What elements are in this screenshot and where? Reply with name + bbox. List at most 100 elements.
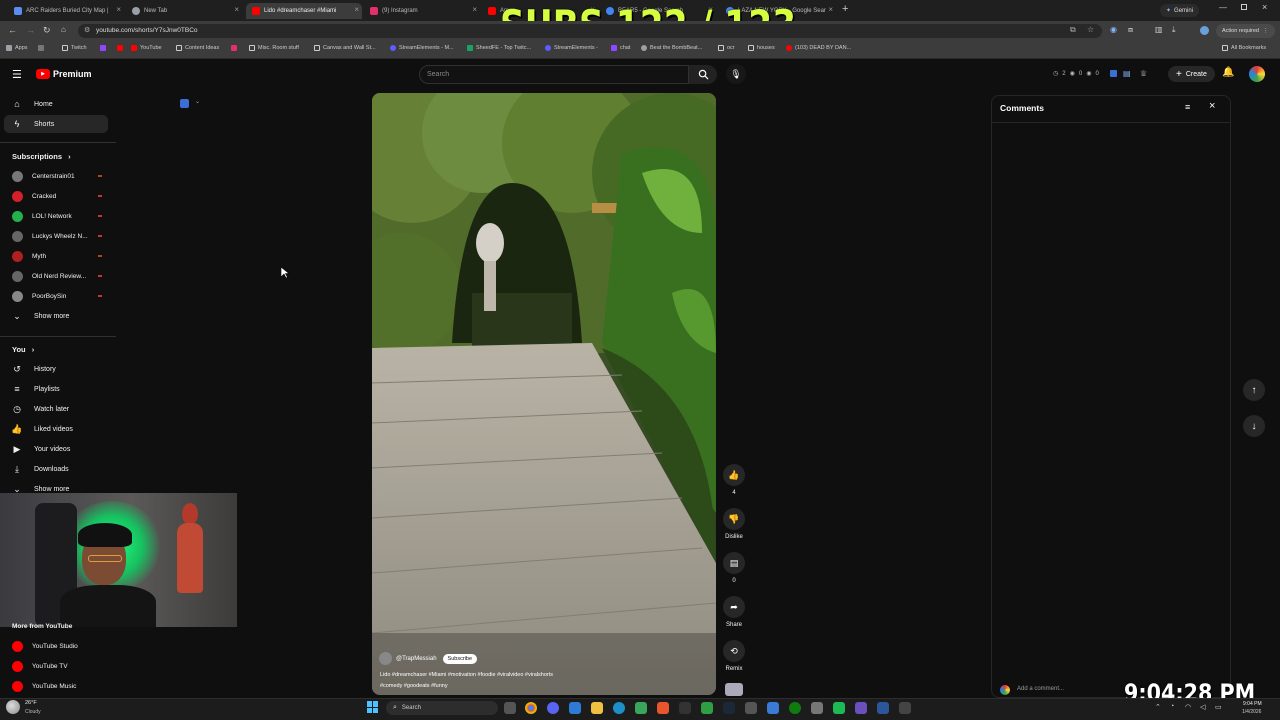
- browser-tab[interactable]: New Tab ×: [126, 3, 242, 19]
- subscription-item[interactable]: Luckys Wheelz N...: [4, 227, 108, 245]
- browser-tab[interactable]: (9) Instagram ×: [364, 3, 480, 19]
- all-bookmarks[interactable]: All Bookmarks: [1222, 45, 1266, 51]
- sidebar-item-home[interactable]: ⌂ Home: [4, 95, 108, 113]
- taskbar-time[interactable]: 9:04 PM: [1243, 701, 1262, 707]
- site-info-icon[interactable]: ⚙: [84, 26, 90, 34]
- search-button[interactable]: [689, 65, 717, 84]
- tray-icon[interactable]: ◔: [1170, 703, 1174, 710]
- bookmark-item[interactable]: StreamElements -: [545, 45, 598, 51]
- bookmark-star-icon[interactable]: ☆: [1087, 25, 1094, 34]
- window-close-icon[interactable]: ×: [1262, 2, 1267, 12]
- bookmark-apps[interactable]: Apps: [6, 45, 28, 51]
- channel-avatar[interactable]: [379, 652, 392, 665]
- sidebar-item-liked-videos[interactable]: 👍 Liked videos: [4, 420, 108, 438]
- bookmark-item[interactable]: houses: [748, 45, 775, 51]
- trophy-icon[interactable]: ♕: [1140, 69, 1147, 78]
- sidebar-item-youtube-music[interactable]: YouTube Music: [4, 677, 108, 695]
- gemini-button[interactable]: ✦ Gemini: [1160, 4, 1200, 17]
- close-icon[interactable]: ×: [828, 5, 833, 14]
- install-icon[interactable]: ⧉: [1070, 25, 1076, 35]
- close-icon[interactable]: ×: [472, 5, 477, 14]
- forward-icon[interactable]: →: [26, 25, 35, 35]
- sidebar-item-your-videos[interactable]: ▶ Your videos: [4, 440, 108, 458]
- profile-avatar[interactable]: [1200, 26, 1209, 35]
- back-icon[interactable]: ←: [8, 25, 17, 35]
- bookmark-item[interactable]: Twitch: [62, 45, 87, 51]
- bookmark-item[interactable]: chat: [611, 45, 630, 51]
- reload-icon[interactable]: ↻: [43, 25, 51, 36]
- sidebar-item-youtube-studio[interactable]: YouTube Studio: [4, 637, 108, 655]
- mic-icon[interactable]: 🎙: [726, 64, 746, 84]
- bookmark-item[interactable]: StreamElements - M...: [390, 45, 454, 51]
- app-icon[interactable]: [635, 702, 647, 714]
- stats-icon[interactable]: ▤: [1123, 69, 1131, 78]
- close-icon[interactable]: ×: [354, 5, 359, 14]
- bookmark-item[interactable]: [231, 45, 240, 51]
- bookmark-item[interactable]: (103) DEAD BY DAN...: [786, 45, 851, 51]
- download-icon[interactable]: ⤓: [1172, 25, 1176, 35]
- subscription-item[interactable]: Myth: [4, 247, 108, 265]
- subscription-item[interactable]: PoorBoySin: [4, 287, 108, 305]
- short-caption-line[interactable]: #comedy #goodeats #funny: [380, 683, 448, 689]
- new-tab-button[interactable]: +: [842, 3, 848, 15]
- bookmark-item[interactable]: Misc. Room stuff: [249, 45, 299, 51]
- app-icon[interactable]: [855, 702, 867, 714]
- file-explorer-icon[interactable]: [591, 702, 603, 714]
- extension-badge-icon[interactable]: [180, 99, 189, 108]
- sidepanel-icon[interactable]: ▥: [1155, 25, 1163, 34]
- comments-button[interactable]: ▤: [723, 552, 745, 574]
- edge-icon[interactable]: [613, 702, 625, 714]
- bookmark-item[interactable]: [38, 45, 47, 51]
- bookmark-item[interactable]: Content Ideas: [176, 45, 219, 51]
- close-icon[interactable]: ×: [234, 5, 239, 14]
- account-avatar[interactable]: [1249, 66, 1265, 82]
- app-icon[interactable]: [899, 702, 911, 714]
- sidebar-item-history[interactable]: ↺ History: [4, 360, 108, 378]
- next-short-button[interactable]: ↓: [1243, 415, 1265, 437]
- close-icon[interactable]: ×: [116, 5, 121, 14]
- chrome-icon[interactable]: [525, 702, 537, 714]
- extension-badge-icon[interactable]: [1110, 70, 1117, 77]
- discord-icon[interactable]: [547, 702, 559, 714]
- subscribe-button[interactable]: Subscribe: [442, 653, 478, 664]
- maximize-icon[interactable]: [1241, 4, 1247, 10]
- bookmark-item[interactable]: Canvas and Wall St...: [314, 45, 376, 51]
- taskbar-date[interactable]: 1/4/2026: [1242, 709, 1261, 715]
- app-icon[interactable]: [877, 702, 889, 714]
- volume-icon[interactable]: ◁: [1200, 703, 1205, 711]
- shorts-video-player[interactable]: @TrapMessiah Subscribe Lido #dreamchaser…: [372, 93, 716, 695]
- sidebar-item-playlists[interactable]: ≡ Playlists: [4, 380, 108, 398]
- weather-cloud-icon[interactable]: [6, 700, 20, 714]
- weather-temp[interactable]: 26°F: [25, 700, 37, 706]
- share-button[interactable]: ➦: [723, 596, 745, 618]
- subscription-item[interactable]: Centerstrain01: [4, 167, 108, 185]
- taskbar-search[interactable]: ⌕ Search: [386, 701, 498, 715]
- bookmark-item[interactable]: [117, 45, 126, 51]
- minimize-icon[interactable]: —: [1219, 3, 1227, 12]
- bookmark-item[interactable]: SheedFE - Top Twitc...: [467, 45, 531, 51]
- bell-icon[interactable]: 🔔: [1222, 67, 1234, 78]
- sidebar-item-downloads[interactable]: ⤓ Downloads: [4, 460, 108, 478]
- sort-icon[interactable]: ≡: [1185, 102, 1190, 112]
- sound-thumbnail[interactable]: [725, 683, 743, 696]
- sidebar-item-watch-later[interactable]: ◷ Watch later: [4, 400, 108, 418]
- short-caption-line[interactable]: Lido #dreamchaser #Miami #motivation #fo…: [380, 672, 553, 678]
- subscription-item[interactable]: Cracked: [4, 187, 108, 205]
- action-required-button[interactable]: Action required ⋮: [1216, 24, 1275, 38]
- browser-tab[interactable]: ARC Raiders Buried City Map | ×: [8, 3, 124, 19]
- app-icon[interactable]: [833, 702, 845, 714]
- search-input[interactable]: Search: [419, 65, 689, 84]
- app-icon[interactable]: [767, 702, 779, 714]
- tray-chevron-icon[interactable]: ⌃: [1155, 703, 1161, 711]
- subscription-item[interactable]: Old Nerd Review...: [4, 267, 108, 285]
- battery-icon[interactable]: ▭: [1215, 703, 1222, 711]
- browser-tab-active[interactable]: Lido #dreamchaser #Miami ×: [246, 3, 362, 19]
- dislike-button[interactable]: 👎: [723, 508, 745, 530]
- wifi-icon[interactable]: ◠: [1185, 703, 1191, 711]
- obs-icon[interactable]: [679, 702, 691, 714]
- create-button[interactable]: + Create: [1168, 66, 1215, 82]
- app-icon[interactable]: [745, 702, 757, 714]
- add-comment-input[interactable]: Add a comment...: [1017, 686, 1064, 692]
- app-icon[interactable]: [657, 702, 669, 714]
- chevron-down-icon[interactable]: ⌄: [195, 98, 200, 105]
